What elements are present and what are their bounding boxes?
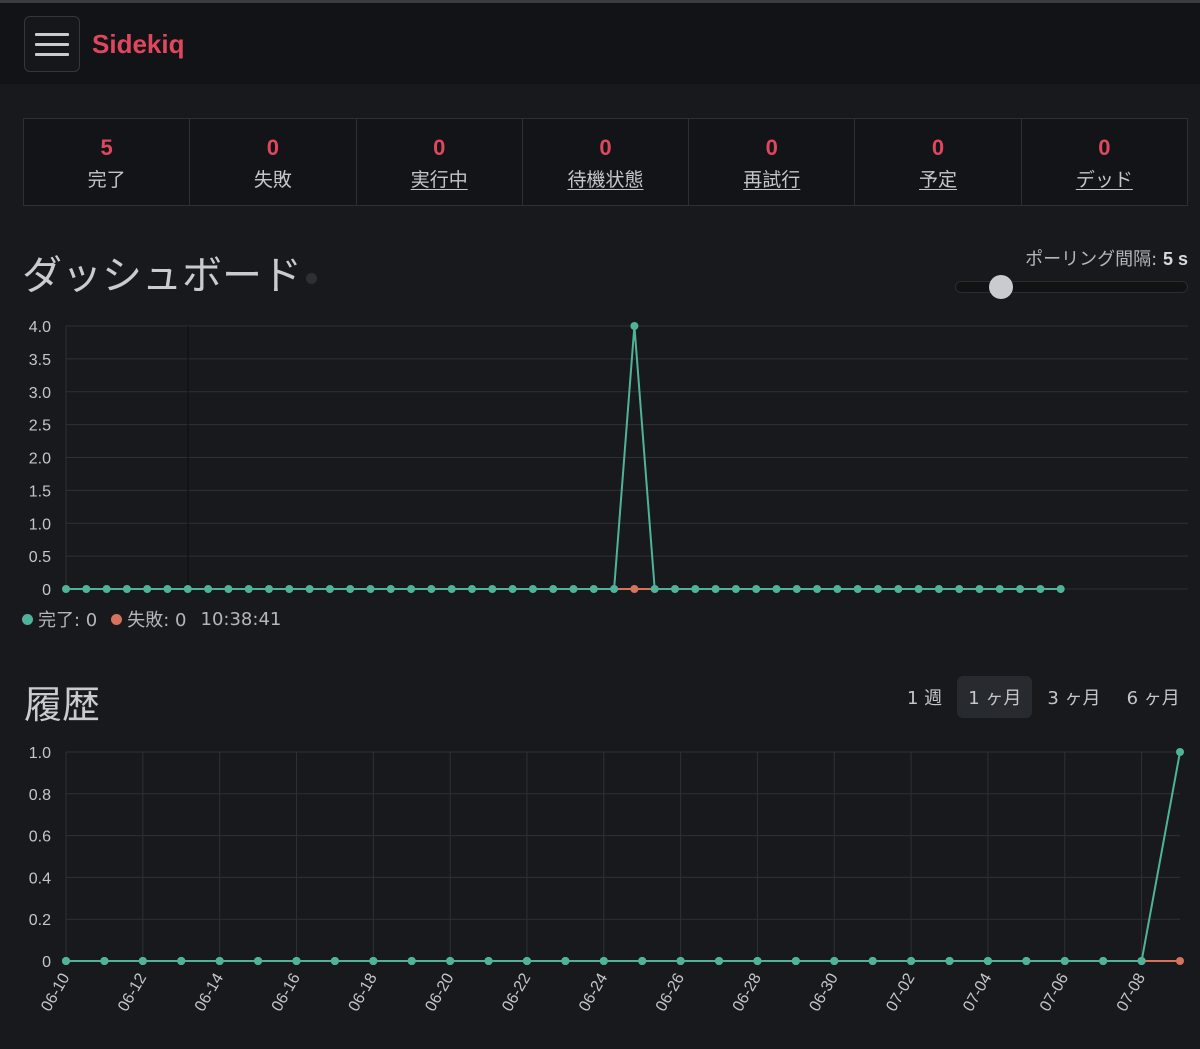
y-tick-label: 0: [42, 954, 51, 971]
x-tick-label: 06-26: [653, 970, 688, 1014]
y-tick-label: 0.8: [29, 787, 51, 804]
y-tick-label: 0.4: [29, 870, 51, 887]
data-point-processed: [599, 957, 608, 965]
data-point-processed: [177, 957, 186, 965]
data-point-processed: [1022, 957, 1031, 965]
x-tick-label: 07-08: [1114, 970, 1149, 1014]
data-point-processed: [1060, 957, 1069, 965]
data-point-failed: [1176, 957, 1184, 965]
data-point-processed: [638, 957, 647, 965]
x-tick-label: 06-22: [499, 970, 534, 1014]
data-point-processed: [907, 957, 916, 965]
data-point-processed: [1137, 957, 1146, 965]
x-tick-label: 07-04: [960, 970, 995, 1014]
x-tick-label: 07-02: [883, 970, 918, 1014]
data-point-processed: [407, 957, 416, 965]
x-tick-label: 07-06: [1037, 970, 1072, 1014]
data-point-processed: [484, 957, 493, 965]
data-point-processed: [830, 957, 839, 965]
x-tick-label: 06-30: [807, 970, 842, 1014]
data-point-processed: [945, 957, 954, 965]
series-line-processed: [66, 751, 1181, 962]
x-tick-label: 06-20: [422, 970, 457, 1014]
x-tick-label: 06-12: [115, 970, 150, 1014]
data-point-processed: [292, 957, 301, 965]
x-tick-label: 06-18: [346, 970, 381, 1014]
y-tick-label: 0.6: [29, 829, 51, 846]
data-point-processed: [791, 957, 800, 965]
x-tick-label: 06-28: [730, 970, 765, 1014]
data-point-processed: [1176, 748, 1184, 756]
data-point-processed: [753, 957, 762, 965]
data-point-processed: [868, 957, 877, 965]
data-point-processed: [100, 957, 109, 965]
x-tick-label: 06-10: [38, 970, 73, 1014]
x-tick-label: 06-16: [269, 970, 304, 1014]
data-point-processed: [1099, 957, 1108, 965]
data-point-processed: [983, 957, 992, 965]
data-point-processed: [446, 957, 455, 965]
data-point-processed: [254, 957, 263, 965]
y-tick-label: 0.2: [29, 912, 51, 929]
data-point-processed: [522, 957, 531, 965]
x-tick-label: 06-24: [576, 970, 611, 1014]
data-point-processed: [215, 957, 224, 965]
data-point-processed: [561, 957, 570, 965]
data-point-processed: [62, 957, 70, 965]
data-point-processed: [369, 957, 378, 965]
data-point-processed: [715, 957, 724, 965]
data-point-processed: [330, 957, 339, 965]
x-tick-label: 06-14: [192, 970, 227, 1014]
data-point-processed: [676, 957, 685, 965]
y-tick-label: 1.0: [29, 745, 51, 762]
history-chart: 1.0 0.8 0.6 0.4 0.2 006-10 06-12 06-14 06-16 06-1…: [29, 745, 1184, 1014]
data-point-processed: [138, 957, 147, 965]
